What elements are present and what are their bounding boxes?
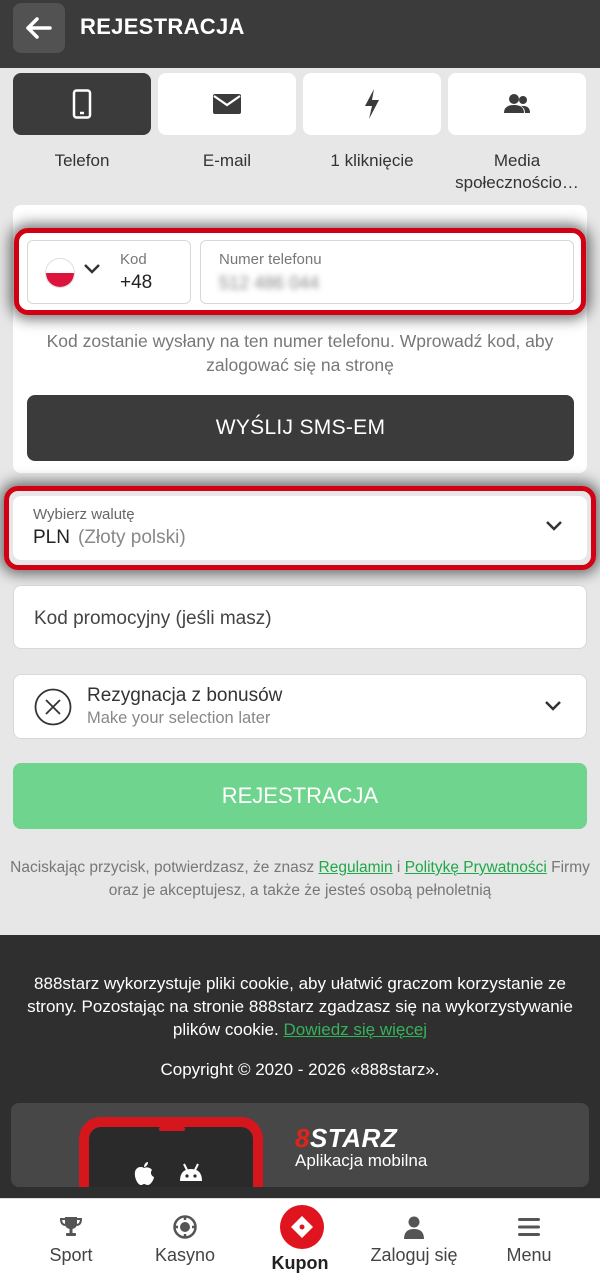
sms-info-text: Kod zostanie wysłany na ten numer telefo… <box>46 331 554 375</box>
users-icon <box>504 94 530 113</box>
country-code-select[interactable]: Kod +48 <box>27 240 191 304</box>
coupon-icon <box>280 1205 324 1249</box>
send-sms-button[interactable]: WYŚLIJ SMS-EM <box>27 395 574 461</box>
brand-logo: 8STARZ <box>295 1123 398 1153</box>
menu-icon <box>518 1218 540 1236</box>
android-icon <box>180 1163 202 1181</box>
phone-icon <box>72 89 92 119</box>
currency-code: PLN <box>33 527 70 548</box>
bottom-navigation: Sport Kasyno Kupon Zaloguj się Menu <box>0 1198 600 1280</box>
code-label: Kod <box>120 251 147 268</box>
phone-notch <box>159 1127 185 1131</box>
nav-sport[interactable]: Sport <box>11 1199 131 1280</box>
chevron-down-icon <box>546 521 562 531</box>
terms-middle: i <box>392 859 405 876</box>
cookie-notice: 888starz wykorzystuje pliki cookie, aby … <box>10 972 590 1041</box>
promo-code-input[interactable]: Kod promocyjny (jeśli masz) <box>13 585 587 649</box>
top-bar: REJESTRACJA <box>0 0 600 68</box>
tab-label-social-media: Media społecznościo… <box>455 151 579 192</box>
currency-name: (Złoty polski) <box>77 527 186 548</box>
chevron-down-icon <box>545 701 561 711</box>
tab-label-one-click: 1 kliknięcie <box>330 151 414 170</box>
mobile-app-label: Aplikacja mobilna <box>295 1151 428 1170</box>
code-value: +48 <box>120 272 153 293</box>
tab-email[interactable] <box>158 73 296 135</box>
user-icon <box>404 1216 424 1239</box>
cookie-learn-more-link[interactable]: Dowiedz się więcej <box>283 1020 427 1039</box>
store-icons <box>133 1161 205 1187</box>
tab-phone[interactable] <box>13 73 151 135</box>
terms-text: Naciskając przycisk, potwierdzasz, że zn… <box>10 856 590 902</box>
phone-number-field[interactable]: Numer telefonu 512 486 044 <box>200 240 574 304</box>
tab-one-click[interactable] <box>303 73 441 135</box>
phone-illustration <box>79 1117 263 1187</box>
nav-login[interactable]: Zaloguj się <box>354 1199 474 1280</box>
nav-sport-label: Sport <box>49 1245 93 1265</box>
poland-flag-icon <box>45 258 75 288</box>
privacy-policy-link[interactable]: Politykę Prywatności <box>405 859 547 876</box>
decline-bonus-icon <box>34 688 72 726</box>
terms-link[interactable]: Regulamin <box>319 859 393 876</box>
nav-casino-label: Kasyno <box>154 1245 216 1265</box>
terms-prefix: Naciskając przycisk, potwierdzasz, że zn… <box>10 859 319 876</box>
nav-menu-label: Menu <box>506 1245 552 1265</box>
envelope-icon <box>213 94 241 114</box>
bonus-subtitle: Make your selection later <box>87 709 271 727</box>
currency-select[interactable]: Wybierz walutę PLN (Złoty polski) <box>13 496 587 560</box>
nav-coupon[interactable]: Kupon <box>240 1199 360 1280</box>
copyright-text: Copyright © 2020 - 2026 «888starz». <box>160 1060 440 1079</box>
lightning-icon <box>365 89 379 119</box>
nav-login-label: Zaloguj się <box>370 1245 458 1265</box>
tab-label-email: E-mail <box>202 151 252 170</box>
currency-value: PLN (Złoty polski) <box>33 527 186 549</box>
chevron-down-icon <box>84 264 100 274</box>
footer: 888starz wykorzystuje pliki cookie, aby … <box>0 935 600 1200</box>
page-title: REJESTRACJA <box>80 14 245 39</box>
promo-code-placeholder: Kod promocyjny (jeśli masz) <box>34 608 272 629</box>
bonus-select[interactable]: Rezygnacja z bonusów Make your selection… <box>13 674 587 739</box>
apple-icon <box>134 1162 154 1185</box>
tab-label-phone: Telefon <box>54 151 110 170</box>
phone-number-value: 512 486 044 <box>219 273 320 293</box>
back-button[interactable] <box>13 3 65 53</box>
phone-number-label: Numer telefonu <box>219 251 322 268</box>
tab-social-media[interactable] <box>448 73 586 135</box>
casino-chip-icon <box>173 1215 197 1239</box>
trophy-icon <box>59 1217 83 1236</box>
nav-casino[interactable]: Kasyno <box>125 1199 245 1280</box>
mobile-app-banner[interactable]: 8STARZ Aplikacja mobilna <box>11 1103 589 1187</box>
register-button[interactable]: REJESTRACJA <box>13 763 587 829</box>
nav-menu[interactable]: Menu <box>469 1199 589 1280</box>
currency-label: Wybierz walutę <box>33 506 135 523</box>
arrow-left-icon <box>26 17 52 39</box>
bonus-title: Rezygnacja z bonusów <box>87 685 283 706</box>
nav-coupon-label: Kupon <box>271 1253 329 1273</box>
